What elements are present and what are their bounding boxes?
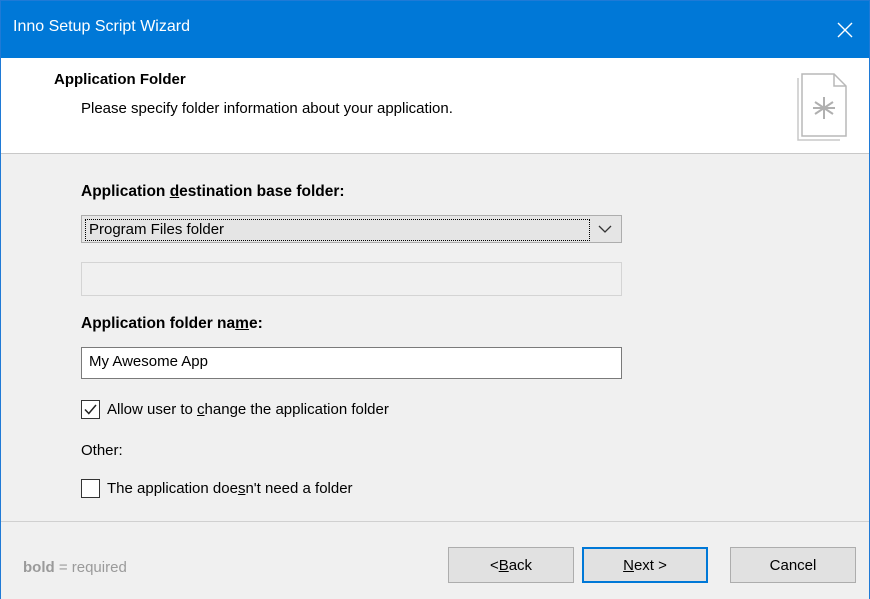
wizard-page-icon	[797, 73, 847, 141]
window-title: Inno Setup Script Wizard	[13, 18, 190, 35]
page-subtitle: Please specify folder information about …	[81, 100, 453, 117]
required-hint: bold = required	[23, 559, 127, 576]
back-button[interactable]: < Back	[448, 547, 574, 583]
next-button[interactable]: Next >	[582, 547, 708, 583]
base-folder-label: Application destination base folder:	[81, 183, 345, 200]
no-folder-checkbox[interactable]	[81, 479, 100, 498]
button-bar: bold = required < Back Next > Cancel	[1, 521, 869, 599]
folder-name-input[interactable]: My Awesome App	[81, 347, 622, 379]
checkmark-icon	[84, 404, 97, 415]
close-button[interactable]	[821, 1, 869, 58]
page-header: Application Folder Please specify folder…	[1, 58, 869, 154]
allow-change-option[interactable]: Allow user to change the application fol…	[81, 400, 389, 419]
title-bar: Inno Setup Script Wizard	[1, 1, 869, 58]
no-folder-option[interactable]: The application doesn't need a folder	[81, 479, 353, 498]
chevron-down-icon	[598, 225, 612, 233]
close-icon	[837, 22, 853, 37]
other-label: Other:	[81, 442, 123, 459]
form-area: Application destination base folder: Pro…	[1, 154, 869, 521]
wizard-window: Inno Setup Script Wizard Application Fol…	[0, 0, 870, 599]
folder-name-label: Application folder name:	[81, 315, 263, 332]
allow-change-checkbox[interactable]	[81, 400, 100, 419]
no-folder-label: The application doesn't need a folder	[107, 480, 353, 497]
allow-change-label: Allow user to change the application fol…	[107, 401, 389, 418]
dropdown-arrow[interactable]	[589, 216, 621, 242]
base-folder-selected: Program Files folder	[85, 219, 590, 241]
cancel-button[interactable]: Cancel	[730, 547, 856, 583]
custom-base-folder-field	[81, 262, 622, 296]
page-title: Application Folder	[54, 71, 186, 88]
base-folder-dropdown[interactable]: Program Files folder	[81, 215, 622, 243]
